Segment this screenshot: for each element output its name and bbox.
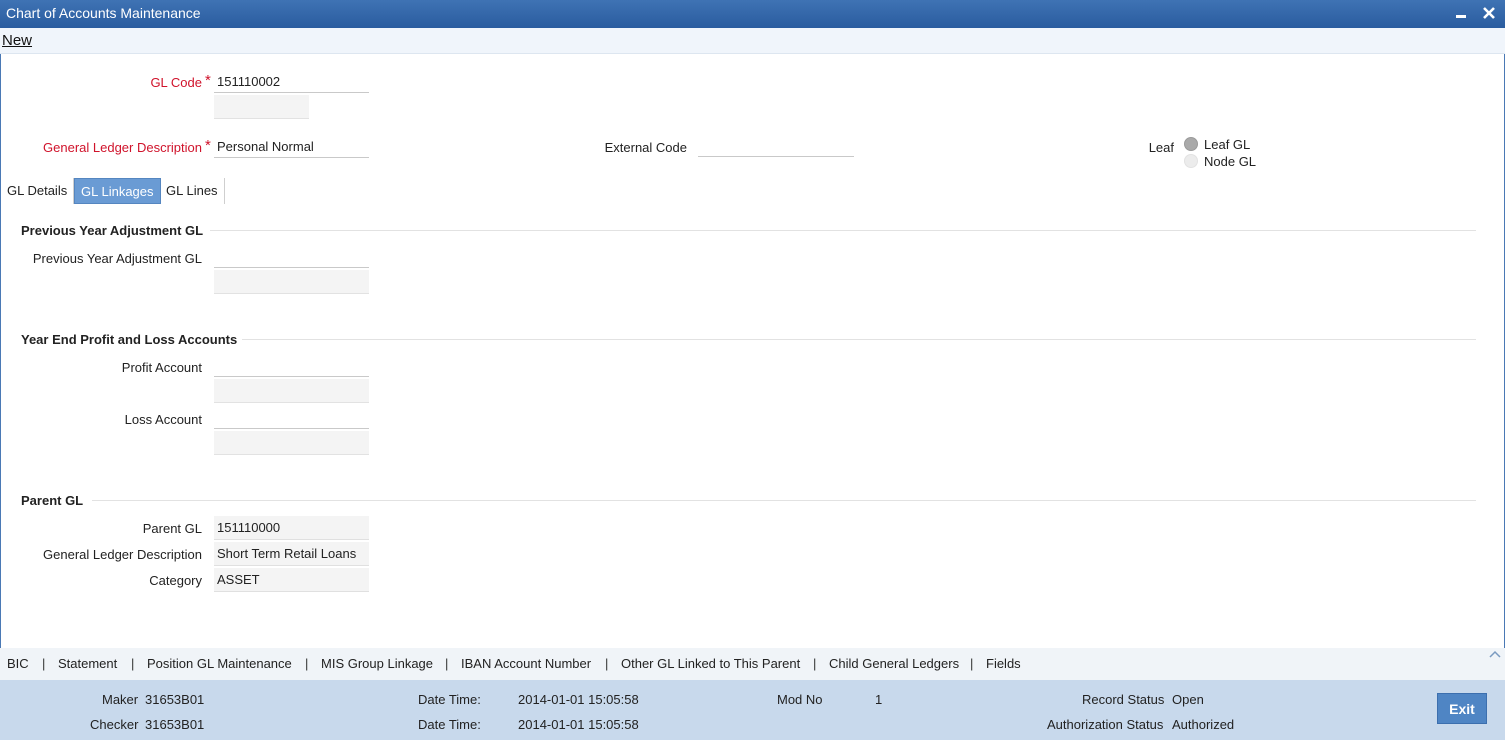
profit-account-label: Profit Account bbox=[121, 360, 202, 375]
link-separator: | bbox=[42, 656, 46, 671]
exit-button[interactable]: Exit bbox=[1437, 693, 1487, 724]
authorization-status-value: Authorized bbox=[1172, 717, 1235, 732]
gl-code-label: GL Code bbox=[150, 75, 202, 90]
node-gl-radio[interactable] bbox=[1184, 154, 1198, 168]
link-separator: | bbox=[305, 656, 309, 671]
leaf-label: Leaf bbox=[1148, 140, 1174, 155]
maker-value: 31653B01 bbox=[145, 692, 205, 707]
gl-description-input[interactable]: Personal Normal bbox=[214, 136, 369, 158]
window-titlebar: Chart of Accounts Maintenance bbox=[0, 0, 1505, 28]
category-label: Category bbox=[149, 573, 202, 588]
close-icon[interactable] bbox=[1480, 4, 1498, 22]
previous-year-gl-input[interactable] bbox=[214, 246, 369, 268]
maker-label: Maker bbox=[102, 692, 139, 707]
leaf-gl-option-label: Leaf GL bbox=[1204, 137, 1251, 152]
gl-code-input[interactable]: 151110002 bbox=[214, 71, 369, 93]
bottom-link-bar: BIC | Statement | Position GL Maintenanc… bbox=[0, 648, 1505, 680]
parent-description-label: General Ledger Description bbox=[43, 547, 202, 562]
iban-account-number-link[interactable]: IBAN Account Number bbox=[461, 656, 591, 671]
child-general-ledgers-link[interactable]: Child General Ledgers bbox=[829, 656, 959, 671]
position-gl-maintenance-link[interactable]: Position GL Maintenance bbox=[147, 656, 292, 671]
gl-description-label: General Ledger Description bbox=[43, 140, 202, 155]
tab-gl-details[interactable]: GL Details bbox=[1, 178, 75, 204]
previous-year-gl-description-box bbox=[214, 270, 369, 294]
record-status-value: Open bbox=[1172, 692, 1204, 707]
section-title-parent-gl: Parent GL bbox=[21, 493, 84, 508]
parent-gl-label: Parent GL bbox=[142, 521, 202, 536]
checker-label: Checker bbox=[90, 717, 139, 732]
tab-gl-linkages[interactable]: GL Linkages bbox=[74, 178, 161, 204]
node-gl-option-label: Node GL bbox=[1204, 154, 1257, 169]
checker-datetime-label: Date Time: bbox=[418, 717, 481, 732]
other-gl-linked-link[interactable]: Other GL Linked to This Parent bbox=[621, 656, 800, 671]
section-title-profit-loss: Year End Profit and Loss Accounts bbox=[21, 332, 238, 347]
record-status-label: Record Status bbox=[1082, 692, 1165, 707]
link-separator: | bbox=[131, 656, 135, 671]
parent-gl-value: 151110000 bbox=[214, 516, 369, 540]
statement-link[interactable]: Statement bbox=[58, 656, 117, 671]
previous-year-gl-label: Previous Year Adjustment GL bbox=[32, 251, 202, 266]
loss-account-description-box bbox=[214, 431, 369, 455]
section-divider bbox=[210, 230, 1476, 231]
mis-group-linkage-link[interactable]: MIS Group Linkage bbox=[321, 656, 433, 671]
external-code-input[interactable] bbox=[698, 135, 854, 157]
category-value: ASSET bbox=[214, 568, 369, 592]
gl-description-required-marker: * bbox=[205, 137, 211, 154]
gl-code-description-box bbox=[214, 95, 309, 119]
mod-no-value: 1 bbox=[875, 692, 883, 707]
chevron-up-icon[interactable] bbox=[1489, 649, 1501, 662]
link-separator: | bbox=[445, 656, 449, 671]
section-divider bbox=[242, 339, 1476, 340]
menu-bar: New bbox=[0, 28, 1505, 54]
section-title-previous-year: Previous Year Adjustment GL bbox=[21, 223, 204, 238]
window-title: Chart of Accounts Maintenance bbox=[6, 5, 201, 21]
tab-gl-lines[interactable]: GL Lines bbox=[160, 178, 225, 204]
section-divider bbox=[92, 500, 1476, 501]
bic-link[interactable]: BIC bbox=[7, 656, 29, 671]
maker-datetime-value: 2014-01-01 15:05:58 bbox=[518, 692, 639, 707]
link-separator: | bbox=[813, 656, 817, 671]
new-link[interactable]: New bbox=[2, 32, 32, 49]
loss-account-input[interactable] bbox=[214, 407, 369, 429]
link-separator: | bbox=[605, 656, 609, 671]
checker-datetime-value: 2014-01-01 15:05:58 bbox=[518, 717, 639, 732]
checker-value: 31653B01 bbox=[145, 717, 205, 732]
minimize-icon[interactable] bbox=[1452, 4, 1470, 22]
profit-account-description-box bbox=[214, 379, 369, 403]
leaf-gl-radio[interactable] bbox=[1184, 137, 1198, 151]
maker-datetime-label: Date Time: bbox=[418, 692, 481, 707]
loss-account-label: Loss Account bbox=[124, 412, 202, 427]
fields-link[interactable]: Fields bbox=[986, 656, 1021, 671]
authorization-status-label: Authorization Status bbox=[1047, 717, 1164, 732]
profit-account-input[interactable] bbox=[214, 355, 369, 377]
gl-code-required-marker: * bbox=[205, 72, 211, 89]
mod-no-label: Mod No bbox=[777, 692, 823, 707]
parent-description-value: Short Term Retail Loans bbox=[214, 542, 369, 566]
external-code-label: External Code bbox=[604, 140, 687, 155]
link-separator: | bbox=[970, 656, 974, 671]
audit-panel: Maker 31653B01 Checker 31653B01 Date Tim… bbox=[0, 680, 1505, 740]
